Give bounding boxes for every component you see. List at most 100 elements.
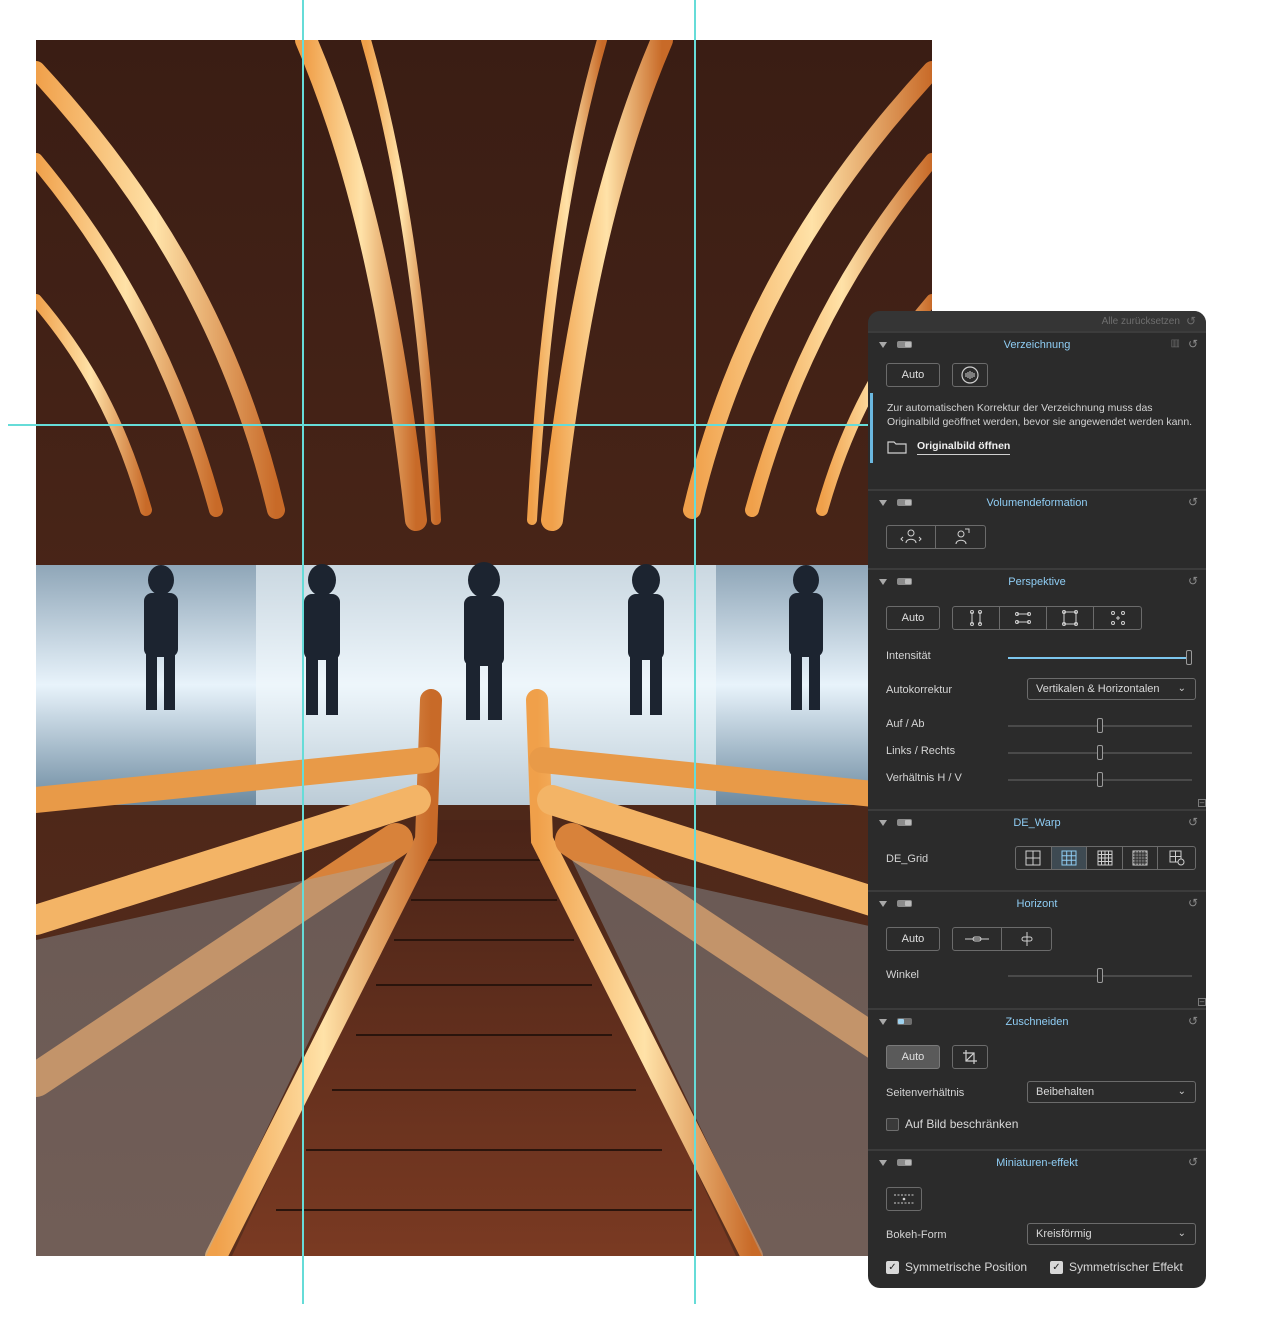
grid-custom-button[interactable] (1158, 847, 1195, 869)
reset-icon[interactable]: ↺ (1188, 896, 1198, 910)
section-header[interactable]: Zuschneiden ↺ (868, 1010, 1206, 1034)
section-header[interactable]: Perspektive ↺ (868, 570, 1206, 594)
reset-all-icon[interactable]: ↺ (1186, 314, 1196, 328)
perspective-mode-group (952, 606, 1142, 630)
reset-icon[interactable]: ↺ (1188, 815, 1198, 829)
chevron-down-icon: ⌄ (1177, 1086, 1186, 1097)
reset-icon[interactable]: ↺ (1188, 337, 1198, 351)
section-horizont: Horizont ↺ Auto Winkel – (868, 890, 1206, 1008)
section-dewarp: DE_Warp ↺ DE_Grid (868, 809, 1206, 890)
collapse-options-icon[interactable]: – (1198, 998, 1206, 1006)
winkel-slider[interactable] (1008, 968, 1192, 983)
free-points-icon (1110, 611, 1125, 625)
open-original-label[interactable]: Originalbild öffnen (917, 439, 1011, 455)
auf-ab-slider-thumb[interactable] (1097, 718, 1103, 733)
reset-icon[interactable]: ↺ (1188, 1014, 1198, 1028)
autokorrektur-select[interactable]: Vertikalen & Horizontalen ⌄ (1027, 678, 1196, 700)
vertical-lines-icon (970, 610, 982, 626)
trash-icon[interactable]: ▥ (1171, 338, 1180, 349)
rectangle-icon (1062, 610, 1078, 626)
section-toggle[interactable] (897, 900, 912, 907)
guide-line-vertical-left[interactable] (302, 0, 304, 1304)
grid-3x3-button[interactable] (1051, 847, 1088, 869)
grid-3x3-icon (1061, 850, 1077, 866)
volume-person-button[interactable] (936, 526, 985, 548)
vertical-line-button[interactable] (1002, 928, 1051, 950)
auf-ab-slider[interactable] (1008, 718, 1192, 733)
grid-custom-icon (1169, 850, 1185, 866)
section-toggle[interactable] (897, 499, 912, 506)
auf-ab-label: Auf / Ab (886, 718, 925, 730)
volume-mode-group (886, 525, 986, 549)
intensitaet-label: Intensität (886, 650, 931, 662)
auf-bild-checkbox[interactable] (886, 1118, 899, 1131)
reset-icon[interactable]: ↺ (1188, 574, 1198, 588)
folder-icon (887, 441, 907, 454)
horizont-auto-button[interactable]: Auto (886, 927, 940, 951)
reset-all-link[interactable]: Alle zurücksetzen (1102, 316, 1180, 327)
links-rechts-slider-thumb[interactable] (1097, 745, 1103, 760)
section-miniaturen: Miniaturen-effekt ↺ Bokeh-Form Kreisförm… (868, 1149, 1206, 1288)
symmetrische-position-checkbox[interactable]: ✓ (886, 1261, 899, 1274)
section-toggle[interactable] (897, 341, 912, 348)
section-toggle[interactable] (897, 1018, 912, 1025)
symmetrischer-effekt-checkbox[interactable]: ✓ (1050, 1261, 1063, 1274)
grid-fine-button[interactable] (1123, 847, 1159, 869)
section-title: DE_Warp (1013, 817, 1061, 829)
free-points-button[interactable] (1094, 607, 1141, 629)
rectangle-button[interactable] (1047, 607, 1094, 629)
intensitaet-slider[interactable] (1008, 650, 1192, 665)
section-header[interactable]: Horizont ↺ (868, 892, 1206, 916)
section-header[interactable]: Volumendeformation ↺ (868, 491, 1206, 515)
reset-icon[interactable]: ↺ (1188, 495, 1198, 509)
seitenverhaeltnis-select[interactable]: Beibehalten ⌄ (1027, 1081, 1196, 1103)
section-header[interactable]: Miniaturen-effekt ↺ (868, 1151, 1206, 1175)
zuschneiden-auto-button[interactable]: Auto (886, 1045, 940, 1069)
section-zuschneiden: Zuschneiden ↺ Auto Seitenverhältnis Beib… (868, 1008, 1206, 1149)
collapse-triangle-icon[interactable] (879, 579, 887, 585)
lens-profile-button[interactable] (952, 363, 988, 387)
person-frame-icon (955, 528, 969, 545)
collapse-triangle-icon[interactable] (879, 1160, 887, 1166)
section-header[interactable]: Verzeichnung ▥ ↺ (868, 333, 1206, 357)
section-toggle[interactable] (897, 819, 912, 826)
verhaeltnis-slider[interactable] (1008, 772, 1192, 787)
collapse-triangle-icon[interactable] (879, 342, 887, 348)
collapse-options-icon[interactable]: – (1198, 799, 1206, 807)
collapse-triangle-icon[interactable] (879, 1019, 887, 1025)
panel-top-bar: Alle zurücksetzen ↺ (868, 311, 1206, 331)
bokeh-label: Bokeh-Form (886, 1229, 947, 1241)
horizontal-lines-button[interactable] (1000, 607, 1047, 629)
verzeichnung-auto-button[interactable]: Auto (886, 363, 940, 387)
section-toggle[interactable] (897, 578, 912, 585)
horizon-line-button[interactable] (953, 928, 1003, 950)
grid-4x4-button[interactable] (1087, 847, 1123, 869)
lens-profile-icon (961, 366, 979, 384)
guide-line-horizontal[interactable] (8, 424, 870, 426)
tilt-shift-button[interactable] (886, 1187, 922, 1211)
section-title: Perspektive (1008, 576, 1066, 588)
collapse-triangle-icon[interactable] (879, 901, 887, 907)
symmetrische-position-label[interactable]: Symmetrische Position (905, 1260, 1027, 1274)
section-toggle[interactable] (897, 1159, 912, 1166)
verhaeltnis-slider-thumb[interactable] (1097, 772, 1103, 787)
intensitaet-slider-thumb[interactable] (1186, 650, 1192, 665)
wide-person-icon (900, 529, 922, 544)
reset-icon[interactable]: ↺ (1188, 1155, 1198, 1169)
open-original-link[interactable]: Originalbild öffnen (887, 439, 1196, 455)
collapse-triangle-icon[interactable] (879, 500, 887, 506)
winkel-slider-thumb[interactable] (1097, 968, 1103, 983)
symmetrischer-effekt-label[interactable]: Symmetrischer Effekt (1069, 1260, 1183, 1274)
section-header[interactable]: DE_Warp ↺ (868, 811, 1206, 835)
crop-tool-button[interactable] (952, 1045, 988, 1069)
escalator-photo (36, 40, 932, 1256)
vertical-lines-button[interactable] (953, 607, 1000, 629)
auf-bild-label[interactable]: Auf Bild beschränken (905, 1117, 1018, 1131)
grid-2x2-button[interactable] (1016, 847, 1052, 869)
perspektive-auto-button[interactable]: Auto (886, 606, 940, 630)
collapse-triangle-icon[interactable] (879, 820, 887, 826)
bokeh-select[interactable]: Kreisförmig ⌄ (1027, 1223, 1196, 1245)
links-rechts-slider[interactable] (1008, 745, 1192, 760)
volume-wide-person-button[interactable] (887, 526, 937, 548)
guide-line-vertical-right[interactable] (694, 0, 696, 1304)
